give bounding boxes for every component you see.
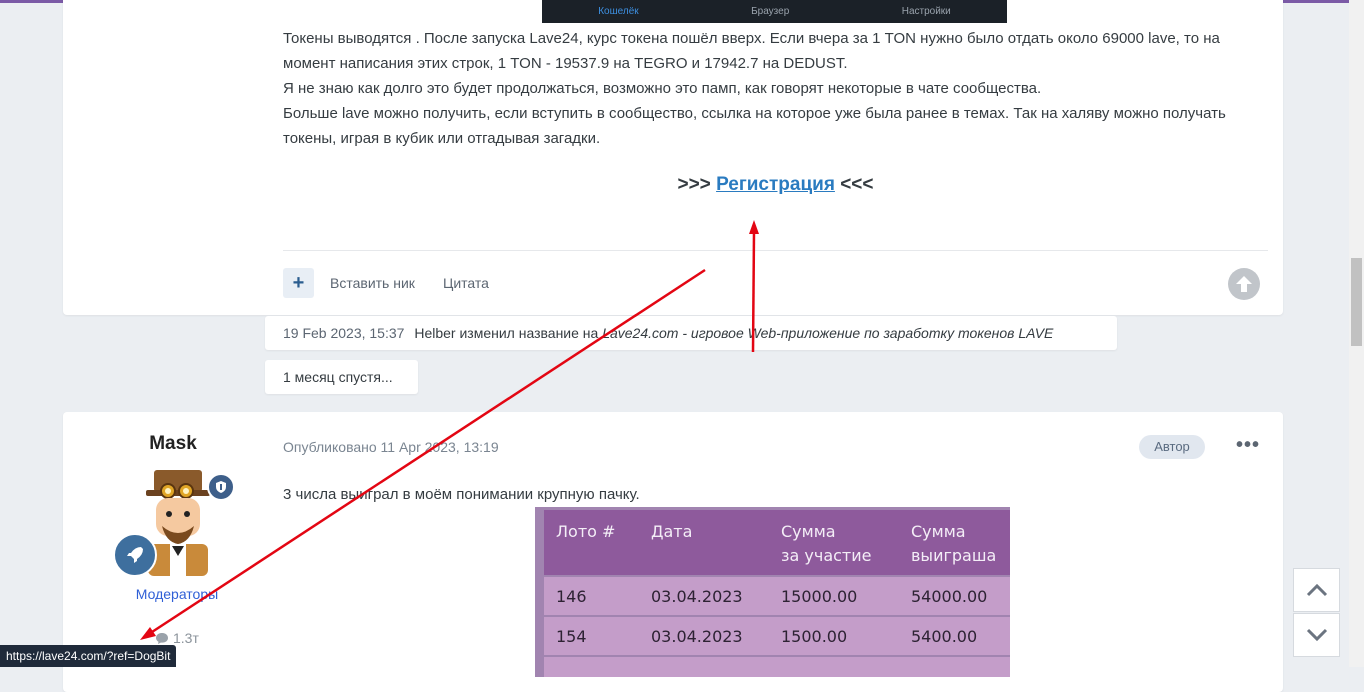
user-group[interactable]: Модераторы [63, 586, 291, 602]
table-cell: 03.04.2023 [639, 615, 769, 656]
chevron-down-icon [1306, 628, 1327, 642]
table-cell: 1500.00 [769, 615, 899, 656]
moderator-badge [207, 473, 235, 501]
post-count-value: 1.3т [173, 630, 199, 646]
scroll-to-bottom-button[interactable] [1293, 613, 1340, 657]
event-timestamp: 19 Feb 2023, 15:37 [283, 325, 405, 341]
table-header: Сумма за участие [769, 510, 899, 576]
table-header: Лото # [544, 510, 639, 576]
shield-icon [216, 481, 226, 493]
registration-line: >>> Регистрация <<< [283, 174, 1268, 196]
app-tab-browser: Браузер [751, 6, 790, 17]
event-title: Lave24.com - игровое Web-приложение по з… [602, 325, 1054, 341]
embedded-app-bar: Кошелёк Браузер Настройки [542, 0, 1007, 23]
reputation-up-button[interactable] [1228, 268, 1260, 300]
rank-badge [113, 533, 157, 577]
event-text: Helber изменил название на [414, 325, 599, 341]
time-gap-label: 1 месяц спустя... [265, 360, 418, 394]
multiquote-button[interactable]: + [283, 268, 314, 298]
rename-event: 19 Feb 2023, 15:37 Helber изменил назван… [265, 316, 1117, 350]
post-body: Токены выводятся . После запуска Lave24,… [283, 26, 1263, 151]
author-name[interactable]: Mask [63, 433, 283, 455]
registration-link[interactable]: Регистрация [716, 174, 835, 195]
scroll-to-top-button[interactable] [1293, 568, 1340, 612]
comment-icon [156, 632, 168, 644]
registration-prefix: >>> [677, 174, 717, 195]
table-header: Дата [639, 510, 769, 576]
table-cell: 03.04.2023 [639, 575, 769, 616]
post-body: 3 числа выиграл в моём понимании крупную… [283, 486, 640, 503]
arrow-up-icon [1236, 276, 1252, 292]
quote-button[interactable]: Цитата [443, 275, 489, 291]
app-tab-wallet: Кошелёк [598, 6, 639, 17]
table-cell: 146 [544, 575, 639, 616]
post-options-icon[interactable]: ••• [1236, 435, 1260, 455]
lottery-table: Лото # Дата Сумма за участие Сумма выигр… [544, 510, 1010, 677]
author-badge: Автор [1139, 435, 1205, 459]
table-cell: 5400.00 [899, 615, 1010, 656]
table-header-row: Лото # Дата Сумма за участие Сумма выигр… [544, 510, 1010, 576]
scrollbar-thumb[interactable] [1351, 258, 1362, 346]
lottery-table-image: Лото # Дата Сумма за участие Сумма выигр… [535, 507, 1010, 677]
table-cell: 154 [544, 615, 639, 656]
post-divider [283, 250, 1268, 251]
post-count: 1.3т [155, 630, 199, 646]
table-cell: 54000.00 [899, 575, 1010, 616]
app-tab-settings: Настройки [901, 6, 951, 17]
insert-nick-button[interactable]: Вставить ник [330, 275, 415, 291]
post-paragraph: Токены выводятся . После запуска Lave24,… [283, 30, 1220, 72]
post-paragraph: Я не знаю как долго это будет продолжать… [283, 80, 1042, 97]
status-bar-url: https://lave24.com/?ref=DogBit [0, 645, 177, 667]
chevron-up-icon [1306, 583, 1327, 597]
post-date[interactable]: Опубликовано 11 Apr 2023, 13:19 [283, 439, 499, 455]
table-row: 154 03.04.2023 1500.00 5400.00 [544, 615, 1010, 656]
table-header: Сумма выиграша [899, 510, 1010, 576]
post-paragraph: Больше lave можно получить, если вступит… [283, 105, 1226, 147]
table-cell: 15000.00 [769, 575, 899, 616]
registration-suffix: <<< [834, 174, 874, 195]
table-row: 146 03.04.2023 15000.00 54000.00 [544, 575, 1010, 616]
rocket-icon [127, 547, 143, 563]
